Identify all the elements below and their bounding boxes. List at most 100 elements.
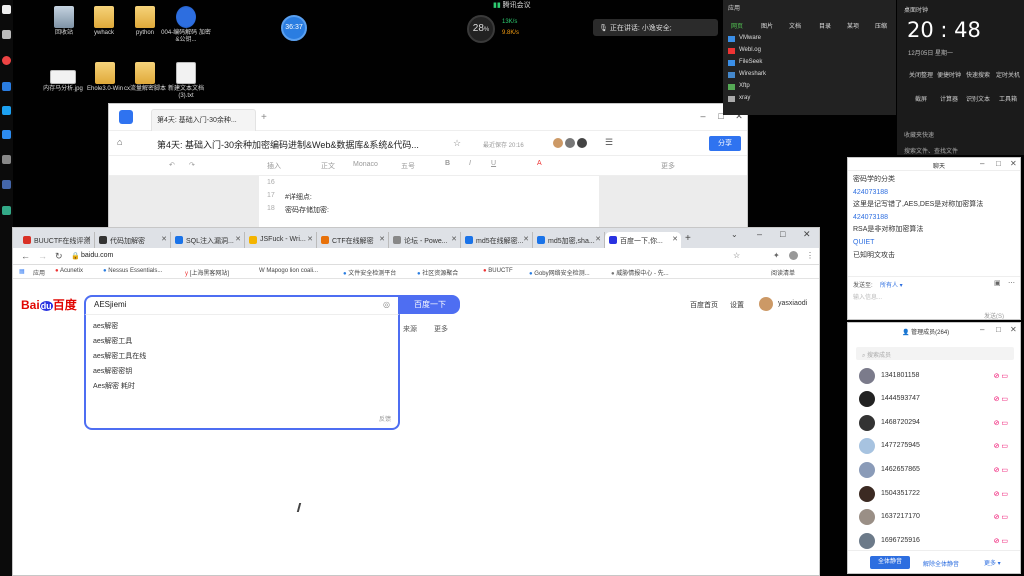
close-tab-icon[interactable]: ✕ [307,235,313,243]
maximize-button[interactable]: □ [996,325,1001,334]
member-row[interactable]: 1477275945 ⊘ ▭ [856,437,1016,457]
mic-muted-icon[interactable]: ⊘ ▭ [994,395,1008,403]
panel-tab[interactable]: 目录 [819,21,831,30]
bookmark[interactable]: y [上海黑客网站] [185,268,229,277]
redo-icon[interactable]: ↷ [189,161,195,169]
clock-action[interactable]: 定时关机 [993,70,1023,79]
maximize-button[interactable]: □ [780,229,785,239]
panel-tab[interactable]: 压缩 [875,21,887,30]
profile-icon[interactable] [789,251,798,260]
chat-sender[interactable]: 424073188 [853,187,1018,200]
mic-muted-icon[interactable]: ⊘ ▭ [994,419,1008,427]
close-tab-icon[interactable]: ✕ [379,235,385,243]
avatar[interactable] [577,138,587,148]
apps-icon[interactable]: ▦ [19,268,25,275]
doc-page[interactable]: 16 17 #详细点: 18 密码存储加密: [259,176,599,227]
member-row[interactable]: 1462657865 ⊘ ▭ [856,461,1016,481]
panel-tab[interactable]: 图片 [761,21,773,30]
back-icon[interactable]: ← [21,251,30,261]
mic-muted-icon[interactable]: ⊘ ▭ [994,537,1008,545]
share-button[interactable]: 分享 [709,136,741,151]
mic-muted-icon[interactable]: ⊘ ▭ [994,372,1008,380]
menu-icon[interactable]: ☰ [605,137,613,148]
clock-search[interactable]: 搜索文件、查找文件 [904,146,958,155]
mic-muted-icon[interactable]: ⊘ ▭ [994,490,1008,498]
forward-icon[interactable]: → [38,251,47,261]
close-tab-icon[interactable]: ✕ [85,235,91,243]
close-tab-icon[interactable]: ✕ [595,235,601,243]
send-button[interactable]: 发送(S) [984,311,1004,319]
close-button[interactable]: ✕ [1010,325,1017,334]
member-row[interactable]: 1468720294 ⊘ ▭ [856,414,1016,434]
undo-icon[interactable]: ↶ [169,161,175,169]
member-search-input[interactable]: ⌕ 搜索成员 [856,347,1014,360]
mic-muted-icon[interactable]: ⊘ ▭ [994,466,1008,474]
browser-tab[interactable]: JSFuck - Wri... ✕ [245,232,317,248]
panel-item[interactable]: xray [739,95,750,101]
browser-tab[interactable]: md5加密,sha... ✕ [533,232,605,248]
settings-link[interactable]: 设置 [730,300,744,310]
desktop-icon-txt[interactable]: 新建文本文档 (3).txt [161,62,211,100]
doc-title[interactable]: 第4天: 基础入门-30余种加密编码进制&Web&数据库&系统&代码... [157,138,419,151]
username[interactable]: yasxiaodi [778,300,807,307]
avatar[interactable] [565,138,575,148]
underline-icon[interactable]: U [491,160,496,167]
browser-tab-active[interactable]: 百度一下,你... ✕ [605,232,681,248]
mic-muted-icon[interactable]: ⊘ ▭ [994,513,1008,521]
close-tab-icon[interactable]: ✕ [451,235,457,243]
taskview-icon[interactable] [2,30,11,39]
menu-icon[interactable]: ⋮ [806,251,814,260]
minimize-button[interactable]: – [694,108,712,124]
minimize-button[interactable]: – [980,325,984,334]
meeting-icon[interactable] [2,130,11,139]
bookmark[interactable]: ● 威胁情报中心 - 先... [611,268,669,277]
camera-icon[interactable]: ◎ [383,300,390,309]
close-tab-icon[interactable]: ✕ [161,235,167,243]
nav-link[interactable]: 更多 [434,324,448,334]
browser-tab[interactable]: md5在线解密... ✕ [461,232,533,248]
size-select[interactable]: 五号 [401,161,415,171]
app-icon[interactable] [2,180,11,189]
bookmark[interactable]: ● 文件安全检测平台 [343,268,396,277]
close-tab-icon[interactable]: ✕ [523,235,529,243]
insert-menu[interactable]: 插入 [267,161,281,171]
panel-tab[interactable]: 文档 [789,21,801,30]
bookmark[interactable]: ● Goby网络安全检测... [529,268,590,277]
italic-icon[interactable]: I [469,160,471,167]
reload-icon[interactable]: ↻ [55,251,63,262]
new-tab-icon[interactable]: + [685,233,691,244]
bookmark-star-icon[interactable]: ☆ [733,251,740,260]
clock-action[interactable]: 工具箱 [993,94,1023,103]
close-button[interactable]: ✕ [803,229,811,240]
chat-sender[interactable]: QUIET [853,237,1018,250]
app-icon[interactable] [2,155,11,164]
baidu-logo[interactable]: Baidu百度 [21,296,77,313]
image-icon[interactable]: ▣ [994,279,1001,287]
baidu-home-link[interactable]: 百度首页 [690,300,718,310]
feedback-link[interactable]: 反馈 [379,414,391,423]
timer-badge[interactable]: 36:37 [281,15,307,41]
mute-all-button[interactable]: 全体静音 [870,556,910,569]
start-icon[interactable] [2,5,11,14]
close-tab-icon[interactable]: ✕ [235,235,241,243]
avatar[interactable] [759,297,773,311]
browser-tab[interactable]: 代码加解密 ✕ [95,232,171,248]
style-select[interactable]: 正文 [321,161,335,171]
panel-tab[interactable]: 某项 [847,21,859,30]
maximize-button[interactable]: □ [996,159,1001,168]
bookmark[interactable]: ● 社区资源聚合 [417,268,458,277]
bookmark[interactable]: W Mapogo lion coali... [259,268,318,274]
more-button[interactable]: 更多 ▾ [984,558,1001,567]
suggestion-item[interactable]: aes解密密钥 [93,366,132,376]
browser-tab[interactable]: BUUCTF在线评测 ✕ [19,232,95,248]
browser-tab[interactable]: SQL注入漏洞... ✕ [171,232,245,248]
tab-search-icon[interactable]: ⌄ [731,230,738,239]
new-tab-icon[interactable]: + [261,112,267,123]
shield-icon[interactable] [2,106,11,115]
member-row[interactable]: 1637217170 ⊘ ▭ [856,508,1016,528]
suggestion-item[interactable]: aes解密工具 [93,336,132,346]
clock-action[interactable]: 便捷时钟 [935,70,963,79]
reading-list[interactable]: 阅读清单 [771,268,795,277]
send-to-select[interactable]: 所有人 ▾ [880,280,903,289]
app-icon[interactable] [2,82,11,91]
